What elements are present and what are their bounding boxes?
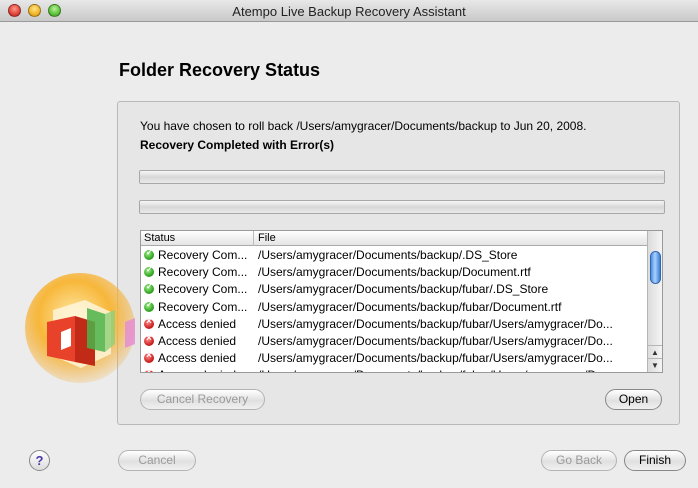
check-circle-icon (144, 300, 154, 312)
file-cell: /Users/amygracer/Documents/backup/fubar/… (258, 282, 549, 297)
cancel-recovery-button[interactable]: Cancel Recovery (140, 389, 265, 410)
file-cell: /Users/amygracer/Documents/backup/fubar/… (258, 351, 613, 366)
file-cell: /Users/amygracer/Documents/backup/fubar/… (258, 368, 646, 372)
title-bar: Atempo Live Backup Recovery Assistant (0, 0, 698, 22)
finish-button[interactable]: Finish (624, 450, 686, 471)
open-button[interactable]: Open (605, 389, 662, 410)
status-cell: Recovery Com... (158, 248, 248, 262)
file-cell: /Users/amygracer/Documents/backup/fubar/… (258, 333, 613, 348)
column-header-status[interactable]: Status (144, 232, 175, 244)
table-row[interactable]: Access denied/Users/amygracer/Documents/… (141, 316, 648, 333)
column-header-file[interactable]: File (258, 232, 276, 244)
status-cell: Access denied (158, 351, 237, 366)
progress-bar-1 (139, 170, 665, 184)
status-cell: Recovery Com... (158, 299, 248, 314)
x-circle-icon (144, 367, 154, 372)
table-row[interactable]: Recovery Com... /Users/amygracer/Document… (141, 299, 648, 316)
recovery-file-table[interactable]: Status File Recovery Com... /Users/amygra… (140, 230, 663, 373)
table-scrollbar[interactable]: ▲ ▼ (647, 231, 662, 372)
status-cell: Access denied (158, 368, 253, 372)
go-back-button[interactable]: Go Back (541, 450, 617, 471)
x-circle-icon (144, 350, 154, 364)
status-cell: Recovery Com... (158, 282, 248, 297)
status-cell: Access denied (158, 333, 237, 348)
page-title: Folder Recovery Status (119, 60, 321, 80)
recovery-result: Recovery Completed with Error(s) (140, 138, 335, 152)
atempo-logo-icon (25, 273, 135, 383)
table-body: Recovery Com... /Users/amygracer/Document… (141, 247, 648, 372)
table-row[interactable]: Access denied/Users/amygracer/Documents/… (141, 367, 648, 372)
table-row[interactable]: Recovery Com... /Users/amygracer/Document… (141, 247, 648, 264)
scroll-up-icon[interactable]: ▲ (648, 345, 662, 358)
progress-bar-2 (139, 200, 665, 214)
check-circle-icon (144, 282, 154, 295)
scroll-down-icon[interactable]: ▼ (648, 358, 662, 371)
x-circle-icon (144, 333, 154, 346)
scrollbar-thumb[interactable] (650, 251, 661, 284)
table-row[interactable]: Recovery Com... /Users/amygracer/Document… (141, 264, 648, 281)
status-cell: Recovery Com... (158, 265, 248, 280)
status-panel: You have chosen to roll back /Users/amyg… (117, 101, 680, 425)
column-divider (253, 231, 254, 246)
table-header: Status File (141, 231, 648, 246)
cancel-button[interactable]: Cancel (118, 450, 196, 471)
status-cell: Access denied (158, 316, 237, 331)
rollback-message: You have chosen to roll back /Users/amyg… (140, 119, 587, 133)
check-circle-icon (144, 265, 154, 278)
help-button[interactable]: ? (29, 450, 50, 471)
table-row[interactable]: Access denied/Users/amygracer/Documents/… (141, 350, 648, 367)
check-circle-icon (144, 248, 154, 260)
table-row[interactable]: Access denied/Users/amygracer/Documents/… (141, 333, 648, 350)
file-cell: /Users/amygracer/Documents/backup/.DS_St… (258, 248, 518, 262)
table-row[interactable]: Recovery Com... /Users/amygracer/Document… (141, 281, 648, 298)
x-circle-icon (144, 316, 154, 329)
file-cell: /Users/amygracer/Documents/backup/Docume… (258, 265, 531, 280)
window-title: Atempo Live Backup Recovery Assistant (232, 4, 466, 19)
file-cell: /Users/amygracer/Documents/backup/fubar/… (258, 299, 562, 314)
file-cell: /Users/amygracer/Documents/backup/fubar/… (258, 316, 613, 331)
